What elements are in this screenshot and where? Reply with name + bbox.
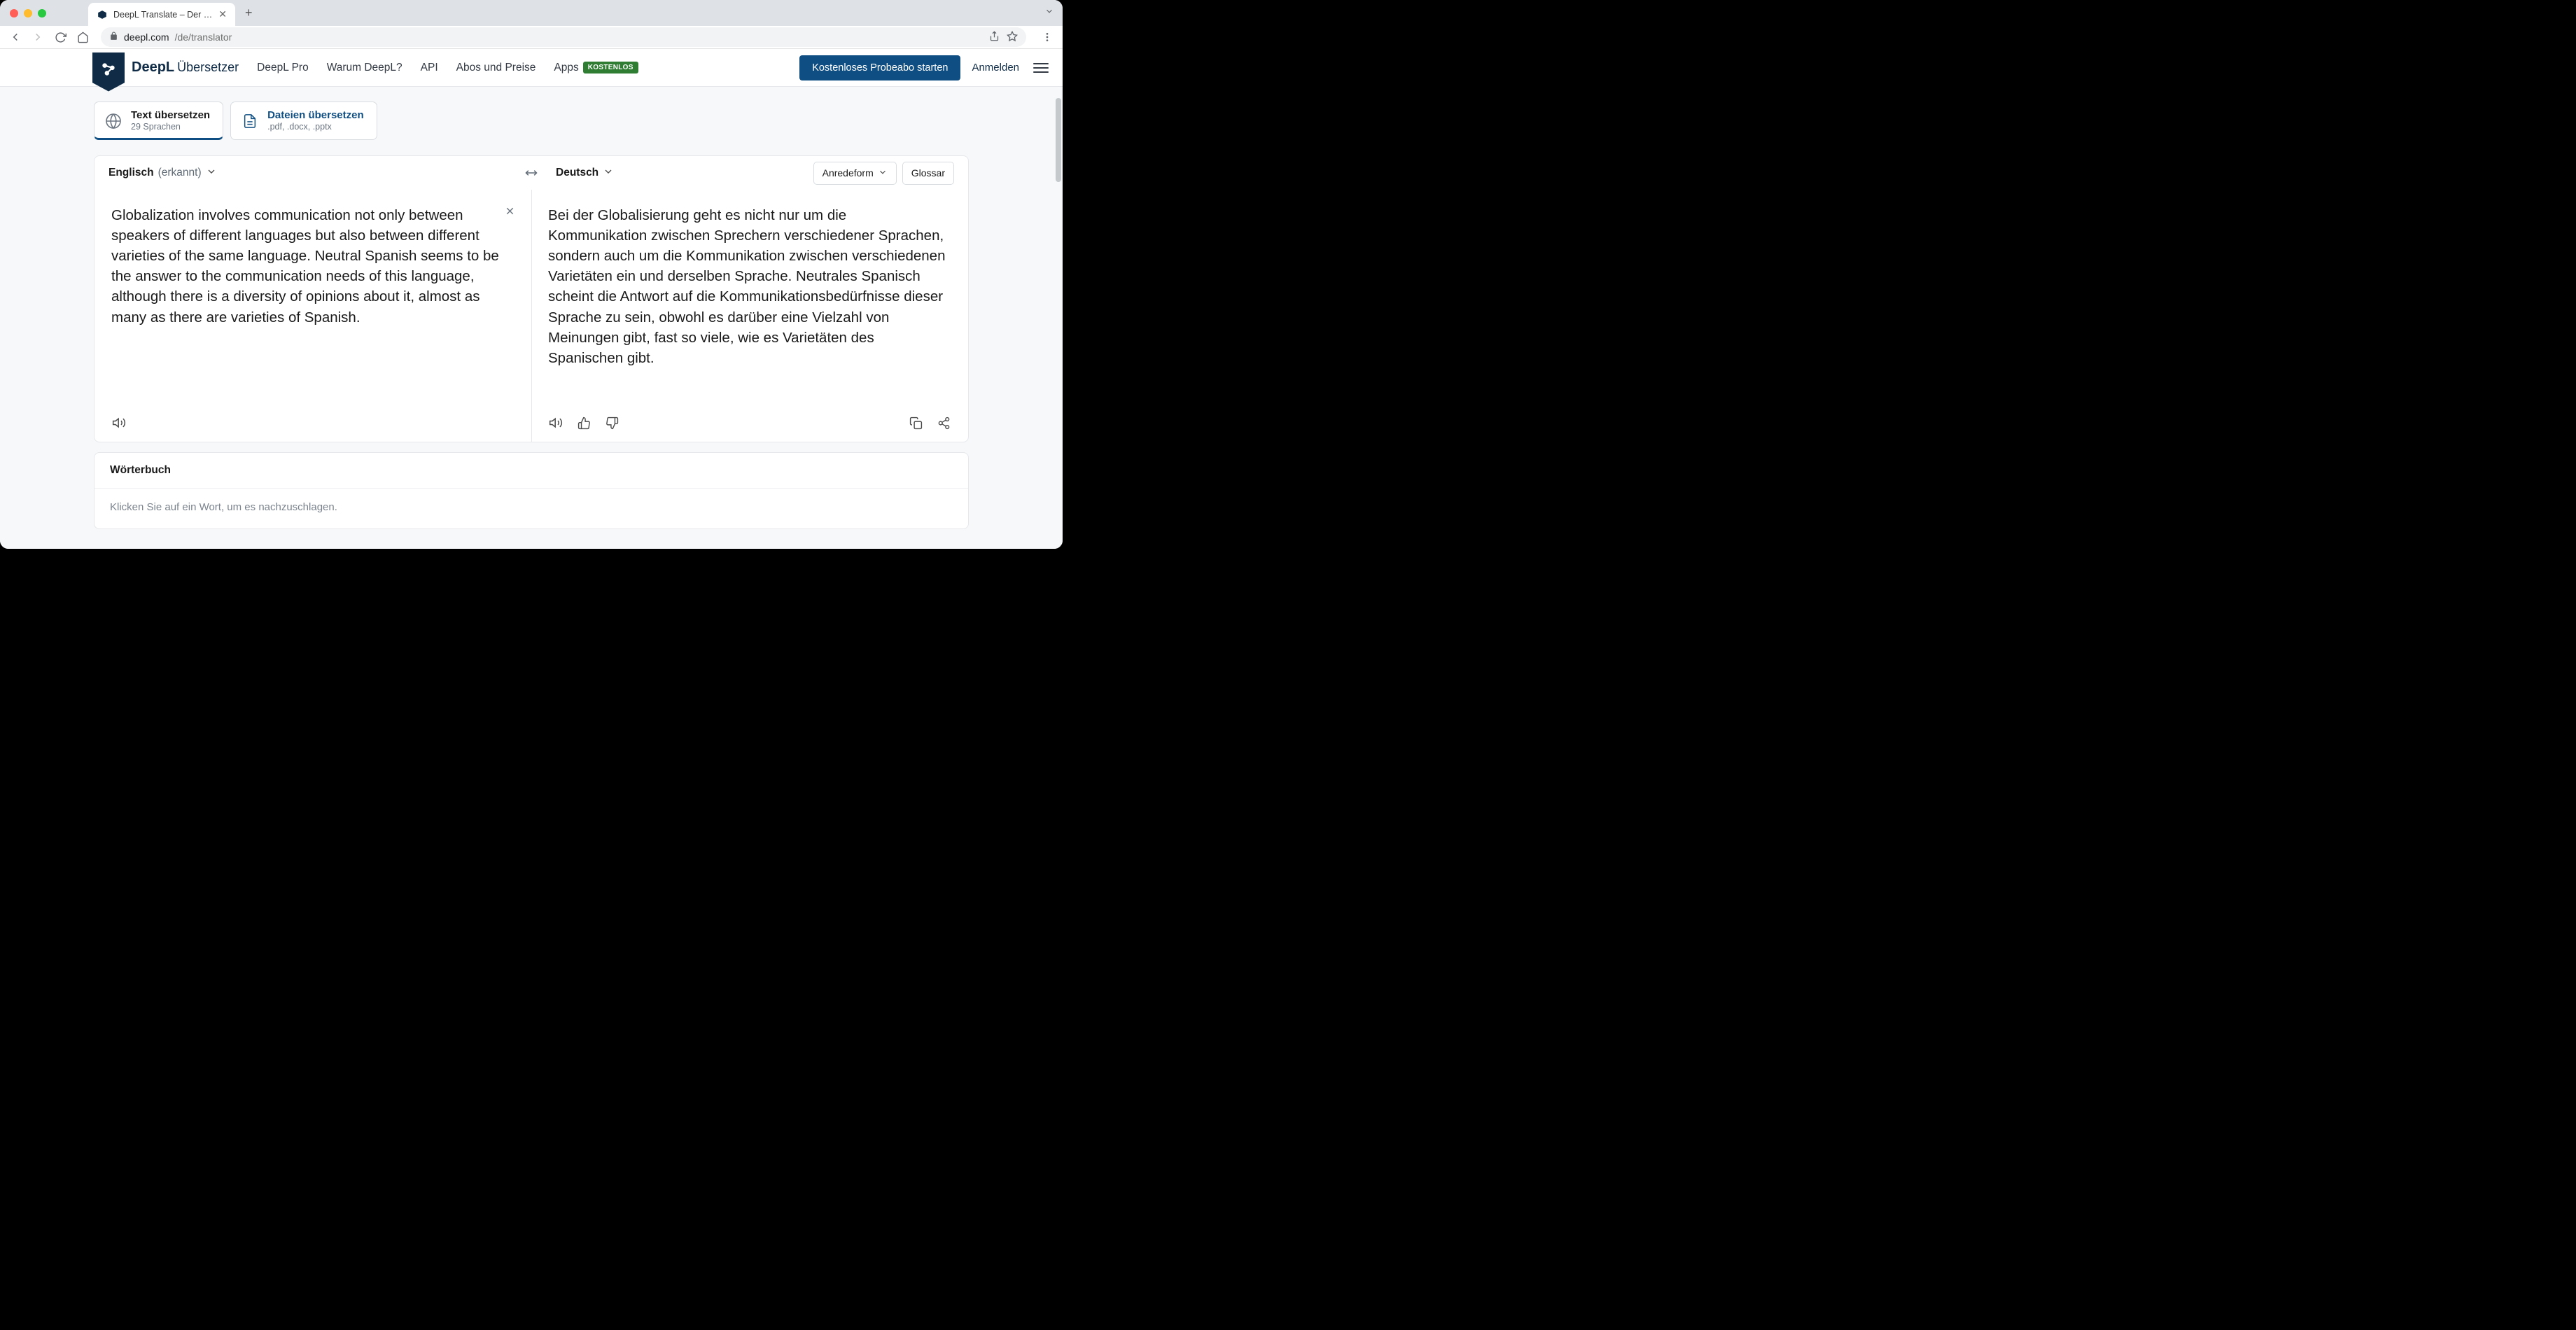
chevron-down-icon [603, 166, 614, 181]
target-footer [548, 407, 951, 430]
nav-back-icon[interactable] [7, 29, 24, 46]
tab-favicon-icon [97, 9, 108, 20]
browser-menu-icon[interactable] [1039, 29, 1056, 46]
target-pane: Bei der Globalisierung geht es nicht nur… [531, 190, 968, 442]
document-icon [241, 112, 259, 130]
login-link[interactable]: Anmelden [972, 62, 1019, 74]
share-icon[interactable] [989, 31, 1000, 44]
target-text-output[interactable]: Bei der Globalisierung geht es nicht nur… [548, 205, 951, 368]
free-badge: KOSTENLOS [583, 62, 638, 74]
mode-tab-text[interactable]: Text übersetzen 29 Sprachen [94, 102, 223, 140]
tab-title: DeepL Translate – Der präzises [113, 10, 213, 20]
target-language-label: Deutsch [556, 167, 598, 179]
nav-pricing[interactable]: Abos und Preise [456, 62, 536, 74]
chevron-down-icon [878, 167, 888, 179]
target-language-selector[interactable]: Deutsch [556, 166, 614, 181]
swap-languages-button[interactable] [521, 162, 542, 183]
mode-files-subtitle: .pdf, .docx, .pptx [267, 122, 364, 132]
window-maximize-button[interactable] [38, 9, 46, 18]
mode-tab-files[interactable]: Dateien übersetzen .pdf, .docx, .pptx [230, 102, 377, 140]
source-footer [111, 407, 514, 430]
nav-apps[interactable]: Apps KOSTENLOS [554, 62, 638, 74]
main-nav: DeepL Pro Warum DeepL? API Abos und Prei… [257, 62, 638, 74]
speak-target-icon[interactable] [548, 415, 564, 430]
mode-files-title: Dateien übersetzen [267, 109, 364, 122]
source-language-detected: (erkannt) [158, 167, 202, 179]
formality-selector[interactable]: Anredeform [813, 162, 897, 185]
target-lang-section: Deutsch Anredeform Glossar [542, 162, 968, 185]
browser-tab-strip: DeepL Translate – Der präzises ✕ + [0, 0, 1063, 26]
nav-why-deepl[interactable]: Warum DeepL? [327, 62, 402, 74]
thumbs-down-icon[interactable] [604, 415, 620, 430]
tab-overflow-icon[interactable] [1044, 6, 1054, 20]
browser-tab[interactable]: DeepL Translate – Der präzises ✕ [88, 3, 235, 26]
new-tab-button[interactable]: + [245, 6, 253, 20]
window-minimize-button[interactable] [24, 9, 32, 18]
glossary-button[interactable]: Glossar [902, 162, 954, 185]
logo-subtitle: Übersetzer [177, 60, 239, 75]
source-text-input[interactable] [111, 205, 514, 401]
url-host: deepl.com [124, 31, 169, 43]
nav-deepl-pro[interactable]: DeepL Pro [257, 62, 309, 74]
nav-apps-label: Apps [554, 62, 578, 74]
address-bar[interactable]: deepl.com/de/translator [101, 27, 1026, 47]
language-bar: Englisch (erkannt) Deutsch [94, 156, 968, 190]
globe-icon [104, 112, 122, 130]
logo-mark-icon [92, 52, 125, 92]
trial-button[interactable]: Kostenloses Probeabo starten [799, 55, 960, 80]
bookmark-star-icon[interactable] [1007, 31, 1018, 44]
logo-text: DeepL [132, 59, 174, 76]
translator-panel: Englisch (erkannt) Deutsch [94, 155, 969, 442]
nav-home-icon[interactable] [74, 29, 91, 46]
clear-source-button[interactable] [504, 205, 516, 220]
dictionary-panel: Wörterbuch Klicken Sie auf ein Wort, um … [94, 452, 969, 529]
window-controls [10, 9, 46, 18]
copy-icon[interactable] [908, 415, 923, 430]
url-path: /de/translator [175, 31, 232, 43]
browser-toolbar: deepl.com/de/translator [0, 26, 1063, 49]
text-panes: Bei der Globalisierung geht es nicht nur… [94, 190, 968, 442]
page-content: DeepL Übersetzer DeepL Pro Warum DeepL? … [0, 49, 1063, 549]
scrollbar[interactable] [1056, 98, 1061, 182]
thumbs-up-icon[interactable] [576, 415, 592, 430]
nav-forward-icon[interactable] [29, 29, 46, 46]
source-pane [94, 190, 531, 442]
share-translation-icon[interactable] [936, 415, 951, 430]
browser-window: DeepL Translate – Der präzises ✕ + deepl… [0, 0, 1063, 549]
source-language-selector[interactable]: Englisch (erkannt) [108, 166, 217, 181]
mode-text-subtitle: 29 Sprachen [131, 122, 210, 132]
dictionary-hint: Klicken Sie auf ein Wort, um es nachzusc… [94, 489, 968, 528]
site-header: DeepL Übersetzer DeepL Pro Warum DeepL? … [0, 49, 1063, 87]
tab-close-icon[interactable]: ✕ [218, 8, 227, 20]
formality-label: Anredeform [822, 167, 874, 178]
window-close-button[interactable] [10, 9, 18, 18]
nav-api[interactable]: API [421, 62, 438, 74]
source-language-label: Englisch [108, 167, 154, 179]
speak-source-icon[interactable] [111, 415, 127, 430]
chevron-down-icon [206, 166, 217, 181]
mode-tabs: Text übersetzen 29 Sprachen Dateien über… [0, 87, 1063, 140]
mode-text-title: Text übersetzen [131, 109, 210, 122]
source-lang-section: Englisch (erkannt) [94, 166, 521, 181]
header-right: Kostenloses Probeabo starten Anmelden [799, 55, 1049, 80]
lock-icon [109, 31, 118, 43]
dictionary-title: Wörterbuch [94, 453, 968, 489]
nav-reload-icon[interactable] [52, 29, 69, 46]
logo[interactable]: DeepL Übersetzer [92, 49, 239, 88]
menu-icon[interactable] [1033, 63, 1049, 73]
